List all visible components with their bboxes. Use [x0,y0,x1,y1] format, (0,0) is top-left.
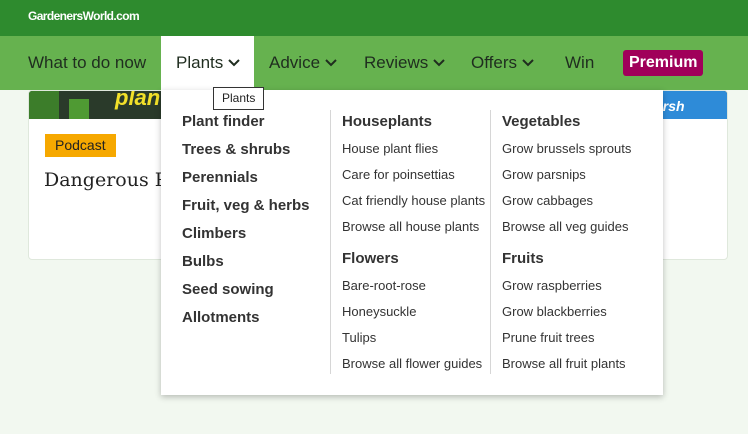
link-cat-friendly-house-plants[interactable]: Cat friendly house plants [342,193,485,208]
link-bulbs[interactable]: Bulbs [182,253,224,270]
plants-dropdown: Plant finder Trees & shrubs Perennials F… [161,90,663,395]
premium-button[interactable]: Premium [623,50,704,76]
nav-what-to-do-now[interactable]: What to do now [28,36,146,90]
heading-fruits[interactable]: Fruits [502,250,544,267]
card-title[interactable]: Dangerous Pl [44,169,174,191]
heading-flowers[interactable]: Flowers [342,250,399,267]
link-grow-parsnips[interactable]: Grow parsnips [502,167,586,182]
link-climbers[interactable]: Climbers [182,225,246,242]
card-image-text: plan [115,90,161,110]
link-browse-all-veg-guides[interactable]: Browse all veg guides [502,219,628,234]
link-care-for-poinsettias[interactable]: Care for poinsettias [342,167,455,182]
plants-tooltip: Plants [213,87,265,110]
divider [330,110,331,374]
link-fruit-veg-herbs[interactable]: Fruit, veg & herbs [182,197,310,214]
chevron-down-icon [522,58,534,66]
podcast-badge: Podcast [45,134,116,157]
link-seed-sowing[interactable]: Seed sowing [182,281,274,298]
nav-plants[interactable]: Plants [161,36,254,90]
heading-vegetables[interactable]: Vegetables [502,113,580,130]
link-perennials[interactable]: Perennials [182,169,258,186]
link-browse-all-house-plants[interactable]: Browse all house plants [342,219,479,234]
nav-offers[interactable]: Offers [471,36,535,90]
link-honeysuckle[interactable]: Honeysuckle [342,304,416,319]
nav-advice[interactable]: Advice [269,36,338,90]
chevron-down-icon [433,58,445,66]
link-bare-root-rose[interactable]: Bare-root-rose [342,278,426,293]
site-logo[interactable]: GardenersWorld.com [28,9,140,23]
link-grow-cabbages[interactable]: Grow cabbages [502,193,593,208]
link-browse-all-fruit-plants[interactable]: Browse all fruit plants [502,356,626,371]
link-house-plant-flies[interactable]: House plant flies [342,141,438,156]
top-bar: GardenersWorld.com [0,0,748,36]
link-grow-raspberries[interactable]: Grow raspberries [502,278,602,293]
main-nav: What to do now Plants Advice Reviews Off… [0,36,748,90]
link-grow-blackberries[interactable]: Grow blackberries [502,304,607,319]
chevron-down-icon [325,58,337,66]
chevron-down-icon [228,58,240,66]
link-plant-finder[interactable]: Plant finder [182,113,265,130]
link-allotments[interactable]: Allotments [182,309,260,326]
link-browse-all-flower-guides[interactable]: Browse all flower guides [342,356,482,371]
link-tulips[interactable]: Tulips [342,330,376,345]
link-prune-fruit-trees[interactable]: Prune fruit trees [502,330,595,345]
divider [490,110,491,374]
nav-win[interactable]: Win [565,36,594,90]
heading-houseplants[interactable]: Houseplants [342,113,432,130]
nav-reviews[interactable]: Reviews [364,36,446,90]
link-trees-shrubs[interactable]: Trees & shrubs [182,141,290,158]
link-grow-brussels-sprouts[interactable]: Grow brussels sprouts [502,141,631,156]
